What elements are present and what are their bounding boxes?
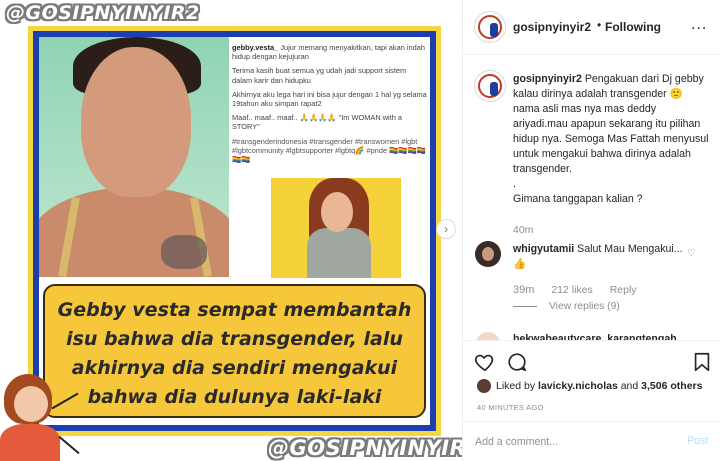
- comment-2-username[interactable]: bekwabeautycare_karangtengah: [513, 333, 677, 340]
- save-bookmark-icon[interactable]: [691, 351, 713, 373]
- liker-avatar[interactable]: [477, 379, 491, 393]
- post-image[interactable]: @GOSIPNYINYIR2 gebby.vesta_ Jujur memang…: [0, 0, 462, 461]
- caption-question: Gimana tanggapan kalian ?: [513, 193, 643, 205]
- watermark-bottom: @GOSIPNYINYIR2: [268, 436, 462, 460]
- headline-line-1: Gebby vesta sempat membantah: [57, 299, 412, 321]
- more-options-icon[interactable]: ...: [691, 16, 707, 34]
- comment-reply-button[interactable]: Reply: [610, 284, 637, 296]
- comment-likes[interactable]: 212 likes: [551, 284, 592, 296]
- caption-text: Pengakuan dari Dj gebby kalau dirinya ad…: [513, 73, 709, 175]
- following-button[interactable]: Following: [605, 20, 661, 34]
- liked-by-and: and: [620, 379, 639, 392]
- view-replies-label: View replies (9): [549, 301, 620, 312]
- caption-username[interactable]: gosipnyinyir2: [513, 73, 582, 85]
- headline-line-2: isu bahwa dia transgender, lalu: [66, 328, 403, 350]
- author-username[interactable]: gosipnyinyir2: [513, 20, 591, 34]
- comments-section[interactable]: gosipnyinyir2 Pengakuan dari Dj gebby ka…: [463, 56, 720, 340]
- post-timestamp: 40 MINUTES AGO: [477, 403, 544, 412]
- post-side-panel: gosipnyinyir2 • Following ... gosipnyiny…: [462, 0, 720, 461]
- liked-by-prefix: Liked by: [496, 379, 536, 392]
- embedded-caption: gebby.vesta_ Jujur memang menyakitkan, t…: [232, 43, 428, 169]
- author-avatar[interactable]: [474, 11, 506, 43]
- comment-time: 39m: [513, 284, 535, 296]
- like-heart-icon[interactable]: [474, 351, 496, 373]
- instagram-post-view: @GOSIPNYINYIR2 gebby.vesta_ Jujur memang…: [0, 0, 720, 461]
- comment-bubble-icon[interactable]: [506, 351, 528, 373]
- tattoo: [161, 235, 207, 269]
- post-caption: gosipnyinyir2 Pengakuan dari Dj gebby ka…: [513, 72, 709, 207]
- view-replies-button[interactable]: View replies (9): [513, 301, 620, 312]
- liked-by-line: Liked by lavicky.nicholas and 3,506 othe…: [477, 379, 702, 393]
- caption-dot: .: [513, 178, 516, 190]
- header-separator: •: [597, 18, 602, 32]
- face: [81, 47, 191, 197]
- liked-by-count[interactable]: 3,506 others: [641, 380, 702, 392]
- headline-line-4: bahwa dia dulunya laki-laki: [87, 386, 382, 408]
- next-image-arrow-icon[interactable]: ›: [436, 219, 456, 239]
- embedded-caption-user: gebby.vesta_: [232, 43, 279, 52]
- embedded-caption-p3: Akhirnya aku lega hari ini bisa jujur de…: [232, 89, 427, 109]
- comment-meta: 39m 212 likes Reply: [513, 284, 651, 296]
- liked-by-user[interactable]: lavicky.nicholas: [538, 380, 618, 392]
- headline-banner: Gebby vesta sempat membantah isu bahwa d…: [43, 284, 426, 418]
- commenter-avatar-2[interactable]: [476, 332, 500, 340]
- embedded-caption-p4: Maaf.. maaf.. maaf.. 🙏🙏🙏🙏 "Im WOMAN with…: [232, 113, 403, 132]
- add-comment-bar: Post: [463, 421, 720, 461]
- commenter-avatar[interactable]: [475, 241, 501, 267]
- headline-text: Gebby vesta sempat membantah isu bahwa d…: [45, 296, 424, 412]
- embedded-caption-tags: #transgenderindonesia #transgender #tran…: [232, 136, 426, 165]
- image-content: gebby.vesta_ Jujur memang menyakitkan, t…: [39, 37, 430, 425]
- glamour-photo: [271, 178, 401, 278]
- selfie-photo: [39, 37, 229, 277]
- add-comment-input[interactable]: [475, 434, 675, 450]
- post-actions: Liked by lavicky.nicholas and 3,506 othe…: [463, 340, 720, 420]
- comment-body: whigyutamii Salut Mau Mengakui... 👍: [513, 242, 683, 272]
- post-comment-button[interactable]: Post: [687, 435, 708, 447]
- comment-like-heart-icon[interactable]: ♡: [687, 248, 696, 259]
- cartoon-girl-illustration: [0, 372, 80, 461]
- caption-author-avatar[interactable]: [474, 70, 506, 102]
- comment-username[interactable]: whigyutamii: [513, 243, 574, 255]
- caption-time: 40m: [513, 224, 534, 236]
- post-header: gosipnyinyir2 • Following ...: [463, 0, 720, 55]
- embedded-caption-p2: Terima kasih buat semua yg udah jadi sup…: [232, 66, 407, 85]
- headline-line-3: akhirnya dia sendiri mengakui: [71, 357, 398, 379]
- watermark-top: @GOSIPNYINYIR2: [6, 2, 200, 24]
